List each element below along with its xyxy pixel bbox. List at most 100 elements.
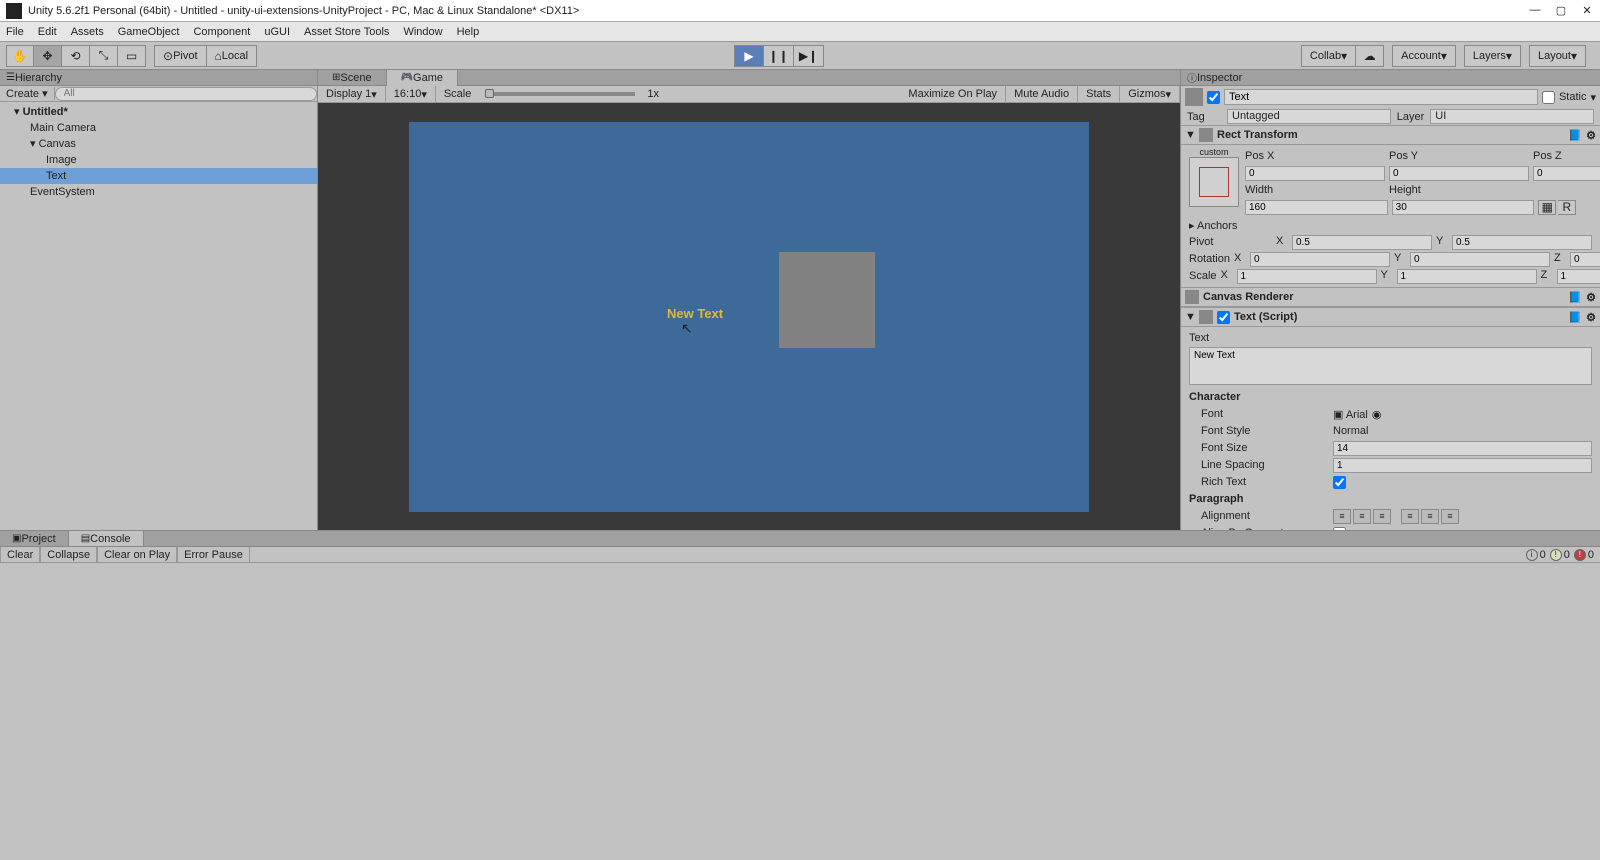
console-clear-play-button[interactable]: Clear on Play — [97, 547, 177, 562]
hierarchy-tab[interactable]: ☰ Hierarchy — [0, 70, 317, 86]
font-style-dropdown[interactable]: Normal — [1333, 425, 1368, 437]
move-tool-icon[interactable]: ✥ — [34, 45, 62, 67]
warn-icon[interactable]: ! — [1550, 549, 1562, 561]
posy-field[interactable] — [1389, 166, 1529, 181]
game-viewport[interactable]: New Text ↖ — [318, 103, 1180, 530]
scale-slider[interactable] — [485, 92, 635, 96]
collab-dropdown[interactable]: Collab ▾ — [1301, 45, 1356, 67]
account-dropdown[interactable]: Account ▾ — [1392, 45, 1456, 67]
tag-dropdown[interactable]: Untagged — [1227, 109, 1391, 124]
menu-gameobject[interactable]: GameObject — [118, 26, 180, 38]
menu-help[interactable]: Help — [457, 26, 480, 38]
line-spacing-field[interactable] — [1333, 458, 1592, 473]
help-icon[interactable]: 📘 — [1568, 129, 1582, 142]
menu-assets[interactable]: Assets — [71, 26, 104, 38]
console-clear-button[interactable]: Clear — [0, 547, 40, 562]
gizmos-toggle[interactable]: Gizmos ▾ — [1120, 86, 1180, 102]
rect-transform-header[interactable]: ▼ Rect Transform📘⚙ — [1181, 125, 1600, 145]
scene-node[interactable]: ▾ Untitled* — [0, 104, 317, 120]
help-icon[interactable]: 📘 — [1568, 291, 1582, 304]
scene-tab[interactable]: ⊞ Scene — [318, 70, 387, 86]
maximize-toggle[interactable]: Maximize On Play — [900, 86, 1006, 102]
hierarchy-search[interactable] — [55, 87, 317, 101]
pause-button[interactable]: ❙❙ — [764, 45, 794, 67]
text-component-header[interactable]: ▼ Text (Script)📘⚙ — [1181, 307, 1600, 327]
align-bottom-button[interactable]: ≡ — [1441, 509, 1459, 524]
font-field[interactable]: ▣ Arial — [1333, 408, 1368, 421]
display-dropdown[interactable]: Display 1 ▾ — [318, 86, 386, 102]
text-value-field[interactable]: New Text — [1189, 347, 1592, 385]
font-size-field[interactable] — [1333, 441, 1592, 456]
text-enabled-checkbox[interactable] — [1217, 311, 1230, 324]
console-error-pause-button[interactable]: Error Pause — [177, 547, 250, 562]
anchor-preset-button[interactable] — [1189, 157, 1239, 207]
object-picker-icon[interactable]: ◉ — [1372, 408, 1382, 421]
play-button[interactable]: ▶ — [734, 45, 764, 67]
menu-file[interactable]: File — [6, 26, 24, 38]
layout-dropdown[interactable]: Layout ▾ — [1529, 45, 1586, 67]
align-left-button[interactable]: ≡ — [1333, 509, 1351, 524]
scale-x-field[interactable] — [1237, 269, 1377, 284]
tree-item-eventsystem[interactable]: EventSystem — [0, 184, 317, 200]
height-field[interactable] — [1392, 200, 1535, 215]
local-toggle[interactable]: ⌂ Local — [207, 45, 258, 67]
anchors-foldout[interactable]: ▸ Anchors — [1189, 219, 1329, 232]
align-right-button[interactable]: ≡ — [1373, 509, 1391, 524]
pivot-toggle[interactable]: ⊙ Pivot — [154, 45, 207, 67]
gear-icon[interactable]: ⚙ — [1586, 291, 1596, 304]
gear-icon[interactable]: ⚙ — [1586, 129, 1596, 142]
layers-dropdown[interactable]: Layers ▾ — [1464, 45, 1521, 67]
tree-item-image[interactable]: Image — [0, 152, 317, 168]
active-checkbox[interactable] — [1207, 91, 1220, 104]
cloud-icon[interactable]: ☁ — [1356, 45, 1384, 67]
rect-tool-icon[interactable]: ▭ — [118, 45, 146, 67]
menu-assetstore[interactable]: Asset Store Tools — [304, 26, 389, 38]
align-center-button[interactable]: ≡ — [1353, 509, 1371, 524]
gear-icon[interactable]: ⚙ — [1586, 311, 1596, 324]
game-tab[interactable]: 🎮 Game — [387, 70, 458, 86]
minimize-icon[interactable]: — — [1528, 4, 1542, 17]
inspector-tab[interactable]: ⓘ Inspector — [1181, 70, 1600, 86]
static-checkbox[interactable] — [1542, 91, 1555, 104]
menu-window[interactable]: Window — [403, 26, 442, 38]
project-tab[interactable]: ▣ Project — [0, 531, 69, 546]
rotate-tool-icon[interactable]: ⟲ — [62, 45, 90, 67]
info-icon[interactable]: i — [1526, 549, 1538, 561]
scale-tool-icon[interactable]: ⤡ — [90, 45, 118, 67]
layer-dropdown[interactable]: UI — [1430, 109, 1594, 124]
rich-text-checkbox[interactable] — [1333, 476, 1346, 489]
rot-x-field[interactable] — [1250, 252, 1390, 267]
stats-toggle[interactable]: Stats — [1078, 86, 1120, 102]
tree-item-canvas[interactable]: ▾ Canvas — [0, 136, 317, 152]
menu-ugui[interactable]: uGUI — [264, 26, 290, 38]
align-middle-button[interactable]: ≡ — [1421, 509, 1439, 524]
close-icon[interactable]: ✕ — [1580, 4, 1594, 17]
hand-tool-icon[interactable]: ✋ — [6, 45, 34, 67]
tree-item-camera[interactable]: Main Camera — [0, 120, 317, 136]
console-tab[interactable]: ▤ Console — [69, 531, 144, 546]
rot-z-field[interactable] — [1570, 252, 1600, 267]
menu-edit[interactable]: Edit — [38, 26, 57, 38]
error-icon[interactable]: ! — [1574, 549, 1586, 561]
aspect-dropdown[interactable]: 16:10 ▾ — [386, 86, 436, 102]
posx-field[interactable] — [1245, 166, 1385, 181]
pivot-y-field[interactable] — [1452, 235, 1592, 250]
scale-y-field[interactable] — [1397, 269, 1537, 284]
posz-field[interactable] — [1533, 166, 1600, 181]
rot-y-field[interactable] — [1410, 252, 1550, 267]
step-button[interactable]: ▶❙ — [794, 45, 824, 67]
mute-toggle[interactable]: Mute Audio — [1006, 86, 1078, 102]
align-top-button[interactable]: ≡ — [1401, 509, 1419, 524]
create-dropdown[interactable]: Create ▾ — [0, 87, 55, 100]
console-collapse-button[interactable]: Collapse — [40, 547, 97, 562]
canvas-renderer-header[interactable]: Canvas Renderer📘⚙ — [1181, 287, 1600, 307]
object-name-field[interactable] — [1224, 89, 1538, 105]
scale-z-field[interactable] — [1557, 269, 1600, 284]
menu-component[interactable]: Component — [193, 26, 250, 38]
pivot-x-field[interactable] — [1292, 235, 1432, 250]
help-icon[interactable]: 📘 — [1568, 311, 1582, 324]
align-geometry-checkbox[interactable] — [1333, 527, 1346, 531]
maximize-icon[interactable]: ▢ — [1554, 4, 1568, 17]
blueprint-icon[interactable]: ▦ — [1538, 200, 1556, 215]
tree-item-text[interactable]: Text — [0, 168, 317, 184]
